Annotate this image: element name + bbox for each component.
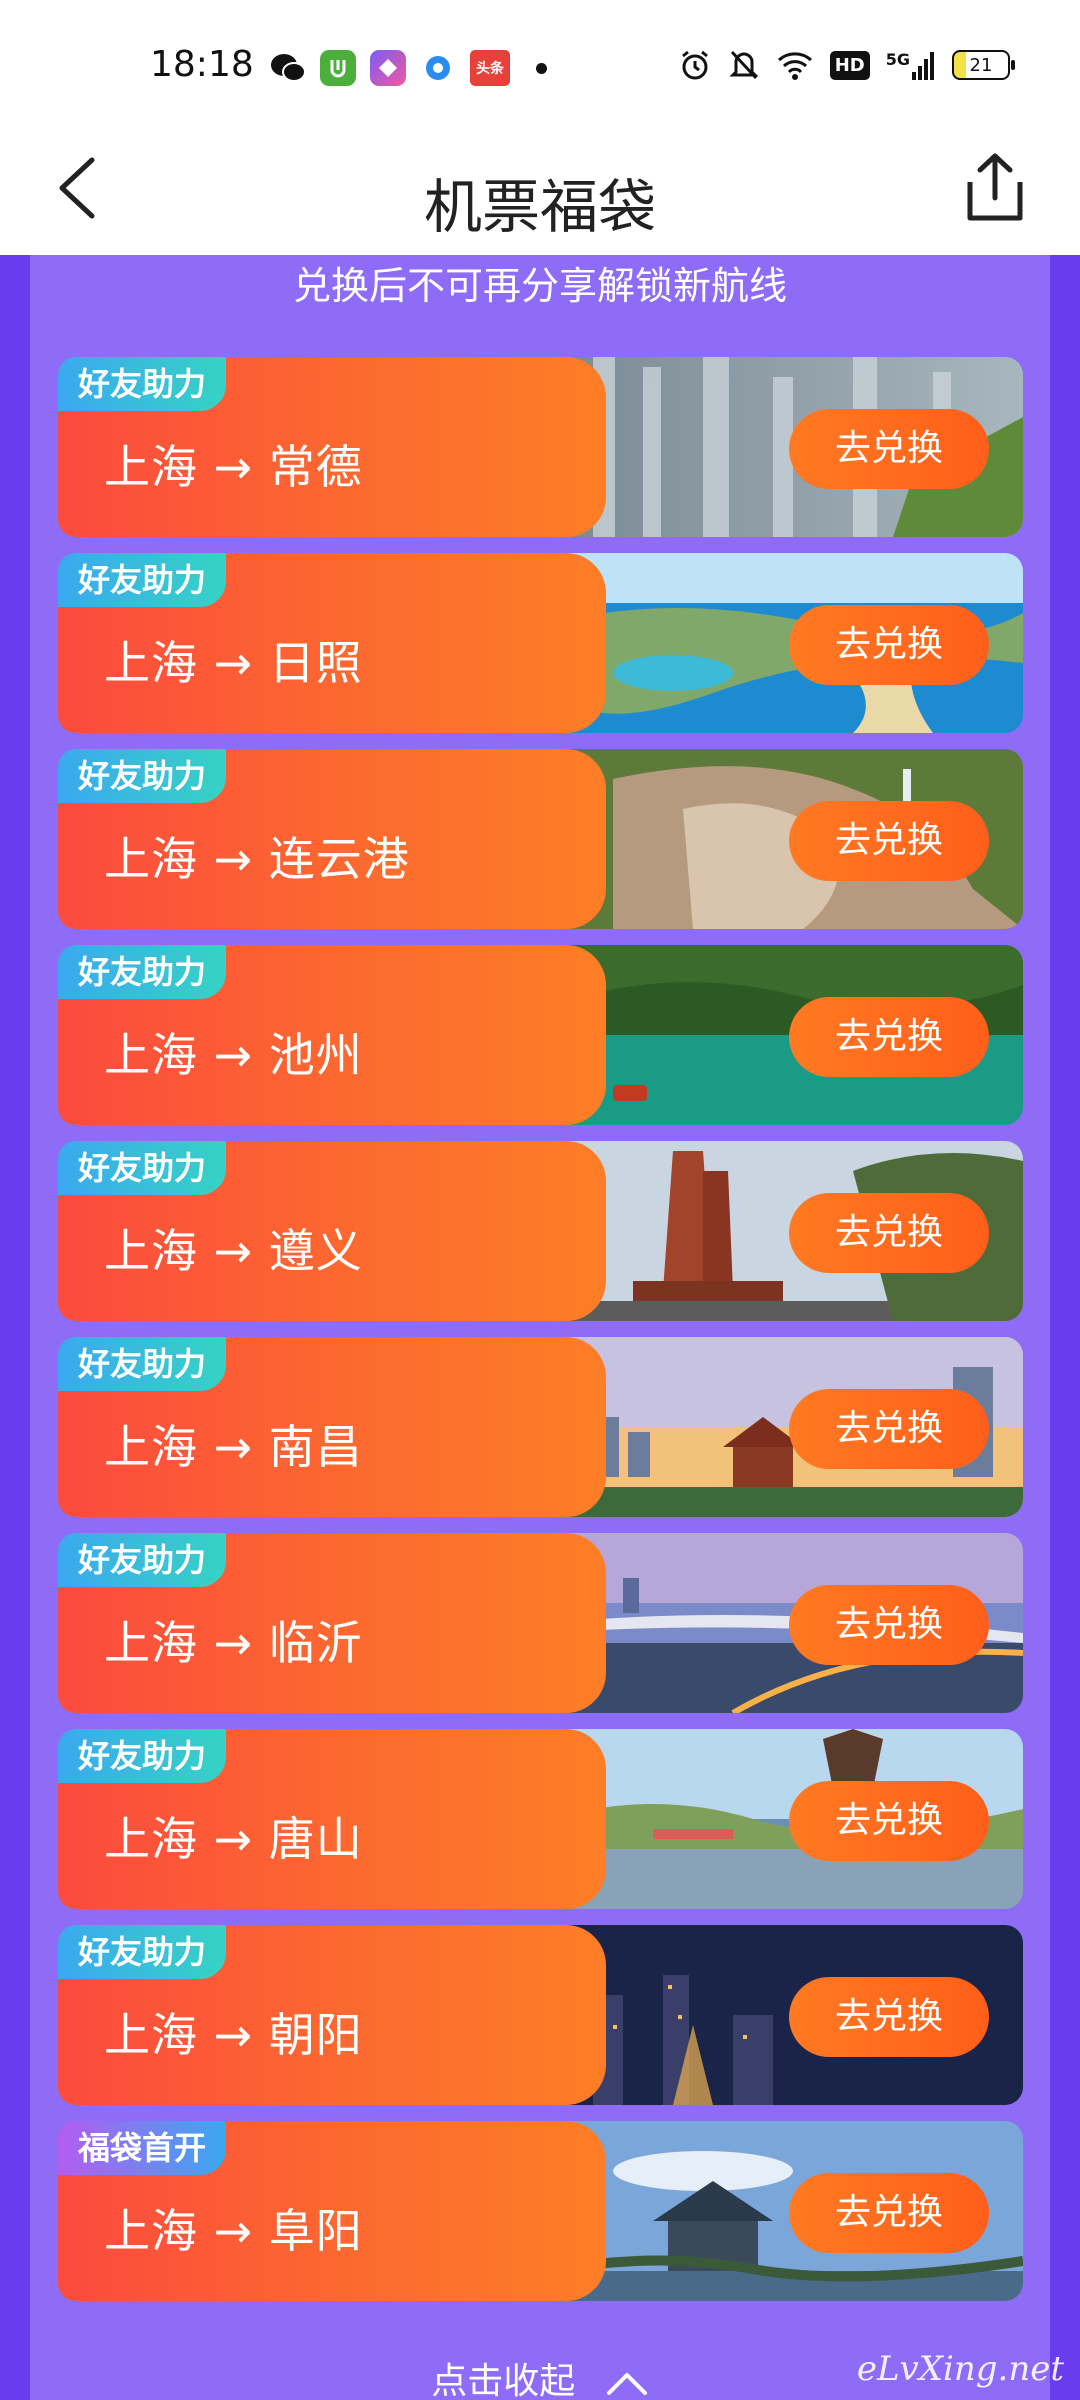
route-label: 上海 → 临沂 [104, 1616, 363, 1670]
route-info: 好友助力上海 → 连云港 [58, 749, 606, 929]
route-label: 上海 → 阜阳 [104, 2204, 363, 2258]
route-tag: 好友助力 [58, 749, 227, 803]
route-label: 上海 → 朝阳 [104, 2008, 363, 2062]
route-label: 上海 → 常德 [104, 440, 363, 494]
route-tag: 好友助力 [58, 357, 227, 411]
route-label: 上海 → 唐山 [104, 1812, 363, 1866]
route-label: 上海 → 南昌 [104, 1420, 363, 1474]
route-card[interactable]: 好友助力上海 → 遵义 去兑换 [58, 1141, 1023, 1321]
chevron-up-icon [606, 2373, 647, 2395]
status-app-icons: 头条 [270, 50, 547, 86]
page-title: 机票福袋 [423, 173, 656, 241]
redeem-button[interactable]: 去兑换 [789, 409, 989, 489]
route-info: 好友助力上海 → 日照 [58, 553, 606, 733]
route-info: 好友助力上海 → 遵义 [58, 1141, 606, 1321]
redeem-button[interactable]: 去兑换 [789, 1977, 989, 2057]
redeem-button[interactable]: 去兑换 [789, 1781, 989, 1861]
route-info: 福袋首开上海 → 阜阳 [58, 2121, 606, 2301]
battery-level: 21 [969, 54, 993, 76]
route-info: 好友助力上海 → 临沂 [58, 1533, 606, 1713]
app-colorful-icon [370, 50, 406, 86]
more-notifications-dot [536, 62, 547, 74]
status-time: 18:18 [150, 44, 254, 85]
route-card[interactable]: 好友助力上海 → 连云港 去兑换 [58, 749, 1023, 929]
wifi-icon [777, 52, 812, 80]
route-info: 好友助力上海 → 南昌 [58, 1337, 606, 1517]
route-tag: 福袋首开 [58, 2121, 227, 2175]
collapse-label: 点击收起 [431, 2361, 576, 2400]
route-info: 好友助力上海 → 唐山 [58, 1729, 606, 1909]
content-area: 兑换后不可再分享解锁新航线 好友助力 上海 → 常德 去兑换 好友助力 上海 → 日照去… [0, 255, 1080, 2400]
route-card[interactable]: 福袋首开上海 → 阜阳 去兑换 [58, 2121, 1023, 2301]
redeem-button[interactable]: 去兑换 [789, 2173, 989, 2253]
toutiao-label: 头条 [476, 61, 504, 77]
route-tag: 好友助力 [58, 1337, 227, 1391]
route-label: 上海 → 连云港 [104, 832, 410, 886]
redeem-button[interactable]: 去兑换 [789, 1585, 989, 1665]
app-green-icon [320, 50, 356, 86]
battery-icon: 21 [952, 50, 1015, 80]
signal-indicator: 5G [886, 50, 936, 80]
route-card[interactable]: 好友助力上海 → 日照 去兑换 [58, 553, 1023, 733]
redeem-button[interactable]: 去兑换 [789, 605, 989, 685]
route-label: 上海 → 日照 [104, 636, 363, 690]
signal-label: 5G [885, 50, 910, 69]
redeem-button[interactable]: 去兑换 [789, 997, 989, 1077]
route-info: 好友助力上海 → 池州 [58, 945, 606, 1125]
watermark: eLvXing.net [856, 2349, 1064, 2389]
route-info: 好友助力上海 → 常德 [58, 357, 606, 537]
status-indicators: HD 5G 21 [678, 48, 1015, 82]
route-card[interactable]: 好友助力上海 → 南昌 去兑换 [58, 1337, 1023, 1517]
signal-bars-icon [912, 52, 934, 80]
route-label: 上海 → 遵义 [104, 1224, 363, 1278]
route-tag: 好友助力 [58, 553, 227, 607]
route-tag: 好友助力 [58, 1141, 227, 1195]
wechat-icon [270, 50, 306, 86]
route-tag: 好友助力 [58, 1533, 227, 1587]
alarm-icon [681, 50, 708, 80]
route-card[interactable]: 好友助力上海 → 池州 去兑换 [58, 945, 1023, 1125]
route-card[interactable]: 好友助力上海 → 临沂 去兑换 [58, 1533, 1023, 1713]
route-tag: 好友助力 [58, 1925, 227, 1979]
hd-badge: HD [829, 50, 870, 80]
nav-bar: 机票福袋 [0, 130, 1080, 255]
route-card[interactable]: 好友助力上海 → 唐山 去兑换 [58, 1729, 1023, 1909]
toutiao-icon: 头条 [470, 50, 510, 86]
mute-icon [729, 50, 759, 80]
route-tag: 好友助力 [58, 1729, 227, 1783]
share-icon [967, 153, 1023, 221]
route-info: 好友助力上海 → 朝阳 [58, 1925, 606, 2105]
route-card[interactable]: 好友助力上海 → 朝阳 去兑换 [58, 1925, 1023, 2105]
app-blue-ring-icon [420, 50, 456, 86]
exchange-notice: 兑换后不可再分享解锁新航线 [292, 264, 787, 308]
redeem-button[interactable]: 去兑换 [789, 1389, 989, 1469]
share-button[interactable] [960, 146, 1030, 226]
status-bar: 18:18 头条 HD 5G 21 [0, 0, 1080, 130]
route-tag: 好友助力 [58, 945, 227, 999]
redeem-button[interactable]: 去兑换 [789, 1193, 989, 1273]
route-card[interactable]: 好友助力上海 → 常德 去兑换 [58, 357, 1023, 537]
route-label: 上海 → 池州 [104, 1028, 363, 1082]
redeem-button[interactable]: 去兑换 [789, 801, 989, 881]
